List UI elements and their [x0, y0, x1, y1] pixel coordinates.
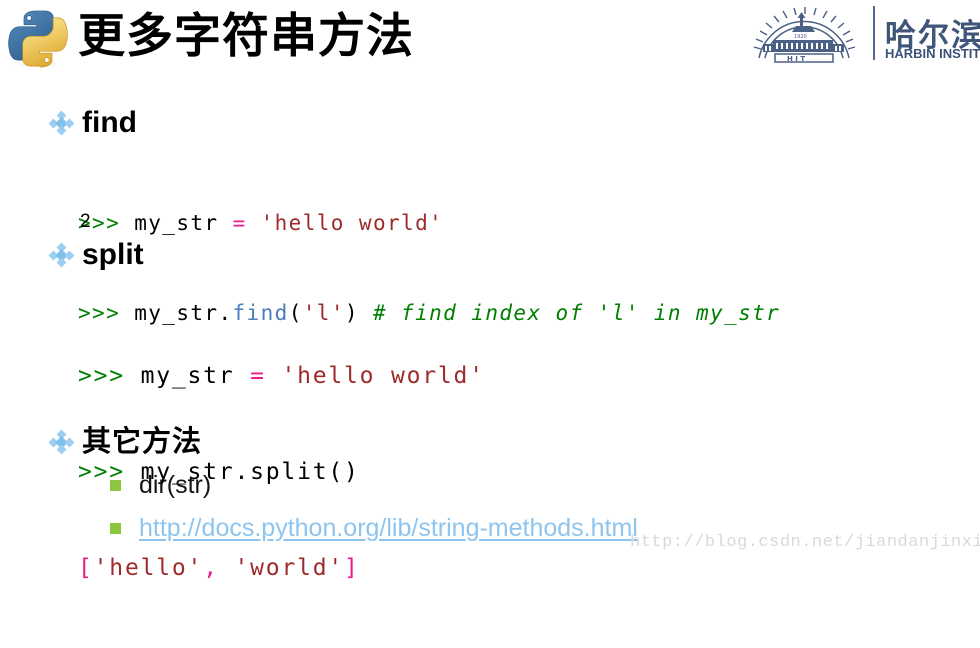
slide-header: 更多字符串方法 H I T 1920 哈尔滨 HARBIN INSTITU — [0, 0, 980, 88]
code-token: = — [232, 211, 247, 235]
hit-logo-divider — [873, 6, 875, 60]
diamond-bullet-icon — [48, 110, 75, 136]
bullet-item-find: find — [48, 106, 137, 140]
svg-text:1920: 1920 — [794, 34, 807, 40]
code-line: ['hello', 'world'] — [78, 552, 485, 584]
code-token: [ — [78, 555, 94, 581]
slide-canvas: 更多字符串方法 H I T 1920 哈尔滨 HARBIN INSTITU fi… — [0, 0, 980, 581]
code-token: , — [203, 555, 219, 581]
hit-emblem-icon: H I T 1920 — [745, 2, 863, 64]
code-token: 'hello world' — [281, 363, 485, 389]
code-token: 'world' — [234, 555, 345, 581]
section-heading-find: find — [82, 106, 137, 139]
code-output-find: 2 — [80, 211, 91, 232]
code-token: my_str — [140, 363, 251, 389]
svg-text:H I T: H I T — [787, 55, 805, 63]
hit-wordmark-en: HARBIN INSTITU — [885, 46, 980, 61]
hit-wordmark: 哈尔滨 HARBIN INSTITU — [885, 4, 980, 64]
code-line: >>> my_str = 'hello world' — [78, 360, 485, 392]
slide-body: find >>> my_str = 'hello world' >>> my_s… — [0, 88, 980, 581]
section-heading-split: split — [82, 238, 144, 271]
code-line: >>> my_str = 'hello world' — [78, 208, 780, 238]
python-logo-icon — [6, 8, 70, 70]
section-heading-other-methods: 其它方法 — [82, 426, 203, 458]
code-token: my_str — [134, 211, 233, 235]
diamond-bullet-icon — [48, 429, 75, 455]
list-item-docs-link[interactable]: http://docs.python.org/lib/string-method… — [110, 513, 638, 543]
diamond-bullet-icon — [48, 242, 75, 268]
code-token: >>> — [78, 363, 141, 389]
blog-watermark: http://blog.csdn.net/jiandanjinxin — [630, 533, 980, 552]
bullet-item-split: split — [48, 238, 144, 272]
code-token: 'hello world' — [260, 211, 444, 235]
hit-university-logo: H I T 1920 哈尔滨 HARBIN INSTITU — [745, 2, 980, 64]
code-token: 'hello' — [93, 555, 204, 581]
bullet-item-other-methods: 其它方法 — [48, 425, 203, 459]
code-token: = — [250, 363, 266, 389]
list-item-dir-str: dir(str) — [110, 470, 211, 500]
list-item-label: dir(str) — [139, 471, 212, 499]
page-title: 更多字符串方法 — [78, 9, 414, 62]
square-bullet-icon — [110, 522, 121, 534]
code-token: ] — [344, 555, 360, 581]
square-bullet-icon — [110, 479, 121, 491]
string-methods-doc-link[interactable]: http://docs.python.org/lib/string-method… — [139, 513, 638, 543]
